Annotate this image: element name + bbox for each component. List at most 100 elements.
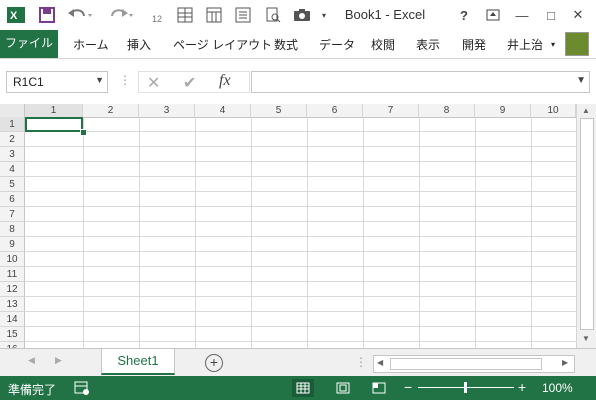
layout-b-icon[interactable]	[204, 5, 224, 25]
table-row[interactable]	[25, 132, 576, 147]
zoom-in-button[interactable]: +	[518, 379, 526, 395]
row-header[interactable]: 8	[0, 222, 25, 237]
row-header[interactable]: 11	[0, 267, 25, 282]
tab-review[interactable]: 校閲	[371, 34, 395, 56]
table-row[interactable]	[25, 147, 576, 162]
table-row[interactable]	[25, 162, 576, 177]
print-preview-icon[interactable]	[263, 5, 283, 25]
close-button[interactable]: ✕	[566, 4, 590, 26]
row-header[interactable]: 7	[0, 207, 25, 222]
save-icon[interactable]	[37, 5, 57, 25]
horizontal-scroll-thumb[interactable]	[390, 358, 542, 370]
tab-view[interactable]: 表示	[416, 34, 440, 56]
tab-data[interactable]: データ	[319, 34, 355, 56]
row-header[interactable]: 14	[0, 312, 25, 327]
row-header[interactable]: 1	[0, 117, 25, 132]
column-header[interactable]: 4	[195, 104, 251, 117]
page-layout-view-icon[interactable]	[332, 379, 354, 397]
table-row[interactable]	[25, 282, 576, 297]
column-header[interactable]: 3	[139, 104, 195, 117]
active-cell[interactable]	[25, 117, 83, 132]
row-header[interactable]: 10	[0, 252, 25, 267]
row-header[interactable]: 4	[0, 162, 25, 177]
user-name[interactable]: 井上治	[507, 34, 543, 56]
tab-formulas[interactable]: 数式	[274, 34, 298, 56]
row-header[interactable]: 15	[0, 327, 25, 342]
column-header[interactable]: 10	[531, 104, 576, 117]
row-header[interactable]: 2	[0, 132, 25, 147]
column-header[interactable]: 8	[419, 104, 475, 117]
insert-function-button[interactable]: fx	[219, 72, 231, 90]
table-row[interactable]	[25, 297, 576, 312]
row-header[interactable]: 3	[0, 147, 25, 162]
table-row[interactable]	[25, 222, 576, 237]
row-header[interactable]: 13	[0, 297, 25, 312]
enter-icon[interactable]: ✔	[183, 73, 196, 93]
avatar[interactable]	[565, 32, 589, 56]
table-row[interactable]	[25, 237, 576, 252]
macro-record-icon[interactable]	[74, 380, 90, 399]
status-bar: 準備完了 − + 100%	[0, 376, 596, 400]
formula-buttons: ✕ ✔ fx	[138, 71, 250, 93]
tab-home[interactable]: ホーム	[73, 34, 109, 56]
fill-handle[interactable]	[80, 129, 87, 136]
worksheet-grid[interactable]: 1 2 3 4 5 6 7 8 9 10 1 2 3 4 5 6 7 8 9 1…	[0, 104, 576, 348]
vertical-scroll-thumb[interactable]	[580, 118, 594, 330]
tab-insert[interactable]: 挿入	[127, 34, 151, 56]
user-menu-chevron-icon[interactable]: ▾	[551, 34, 555, 56]
scroll-left-icon[interactable]: ◀	[377, 358, 383, 367]
table-row[interactable]	[25, 117, 576, 132]
prev-sheet-icon[interactable]: ◀	[28, 355, 35, 366]
zoom-level[interactable]: 100%	[542, 381, 573, 395]
row-header[interactable]: 6	[0, 192, 25, 207]
table-row[interactable]	[25, 312, 576, 327]
column-header[interactable]: 9	[475, 104, 531, 117]
tab-page-layout[interactable]: ページ レイアウト	[173, 34, 272, 56]
name-box-dropdown-icon[interactable]: ▼	[95, 75, 104, 85]
sheet-tab[interactable]: Sheet1	[101, 349, 175, 375]
undo-icon[interactable]	[66, 5, 94, 25]
name-box[interactable]: R1C1 ▼	[6, 71, 108, 93]
table-row[interactable]	[25, 177, 576, 192]
ribbon-tab-bar: ファイル ホーム 挿入 ページ レイアウト 数式 データ 校閲 表示 開発 井上…	[0, 30, 596, 58]
table-row[interactable]	[25, 327, 576, 342]
add-sheet-button[interactable]: +	[205, 354, 223, 372]
column-header[interactable]: 5	[251, 104, 307, 117]
table-row[interactable]	[25, 267, 576, 282]
splitter-grip-icon[interactable]: ⋮	[355, 355, 367, 369]
column-header[interactable]: 2	[83, 104, 139, 117]
expand-formula-icon[interactable]: ▼	[576, 75, 586, 86]
layout-a-icon[interactable]	[175, 5, 195, 25]
zoom-slider-thumb[interactable]	[464, 382, 467, 393]
vertical-scrollbar[interactable]: ▲ ▼	[576, 104, 596, 348]
page-break-view-icon[interactable]	[368, 379, 390, 397]
table-row[interactable]	[25, 207, 576, 222]
row-header[interactable]: 9	[0, 237, 25, 252]
formula-bar-area: R1C1 ▼ ⋮ ✕ ✔ fx ▼	[0, 58, 596, 105]
scroll-up-icon[interactable]: ▲	[582, 106, 590, 115]
horizontal-scrollbar[interactable]: ◀ ▶	[373, 355, 575, 373]
ribbon-display-button[interactable]	[481, 4, 505, 26]
next-sheet-icon[interactable]: ▶	[55, 355, 62, 366]
normal-view-icon[interactable]	[292, 379, 314, 397]
column-header[interactable]: 1	[25, 104, 83, 117]
row-header[interactable]: 5	[0, 177, 25, 192]
zoom-out-button[interactable]: −	[404, 379, 412, 395]
column-header[interactable]: 6	[307, 104, 363, 117]
formula-input[interactable]: ▼	[251, 71, 590, 93]
help-button[interactable]: ?	[452, 4, 476, 26]
select-all-corner[interactable]	[0, 104, 25, 117]
scroll-down-icon[interactable]: ▼	[582, 334, 590, 343]
cancel-icon[interactable]: ✕	[147, 73, 160, 93]
row-header[interactable]: 12	[0, 282, 25, 297]
tab-developer[interactable]: 開発	[462, 34, 486, 56]
table-row[interactable]	[25, 252, 576, 267]
minimize-button[interactable]: —	[510, 4, 534, 26]
table-row[interactable]	[25, 192, 576, 207]
column-header[interactable]: 7	[363, 104, 419, 117]
maximize-button[interactable]: □	[539, 4, 563, 26]
layout-c-icon[interactable]	[233, 5, 253, 25]
tab-file[interactable]: ファイル	[0, 30, 58, 58]
redo-icon[interactable]	[104, 5, 134, 25]
scroll-right-icon[interactable]: ▶	[562, 358, 568, 367]
